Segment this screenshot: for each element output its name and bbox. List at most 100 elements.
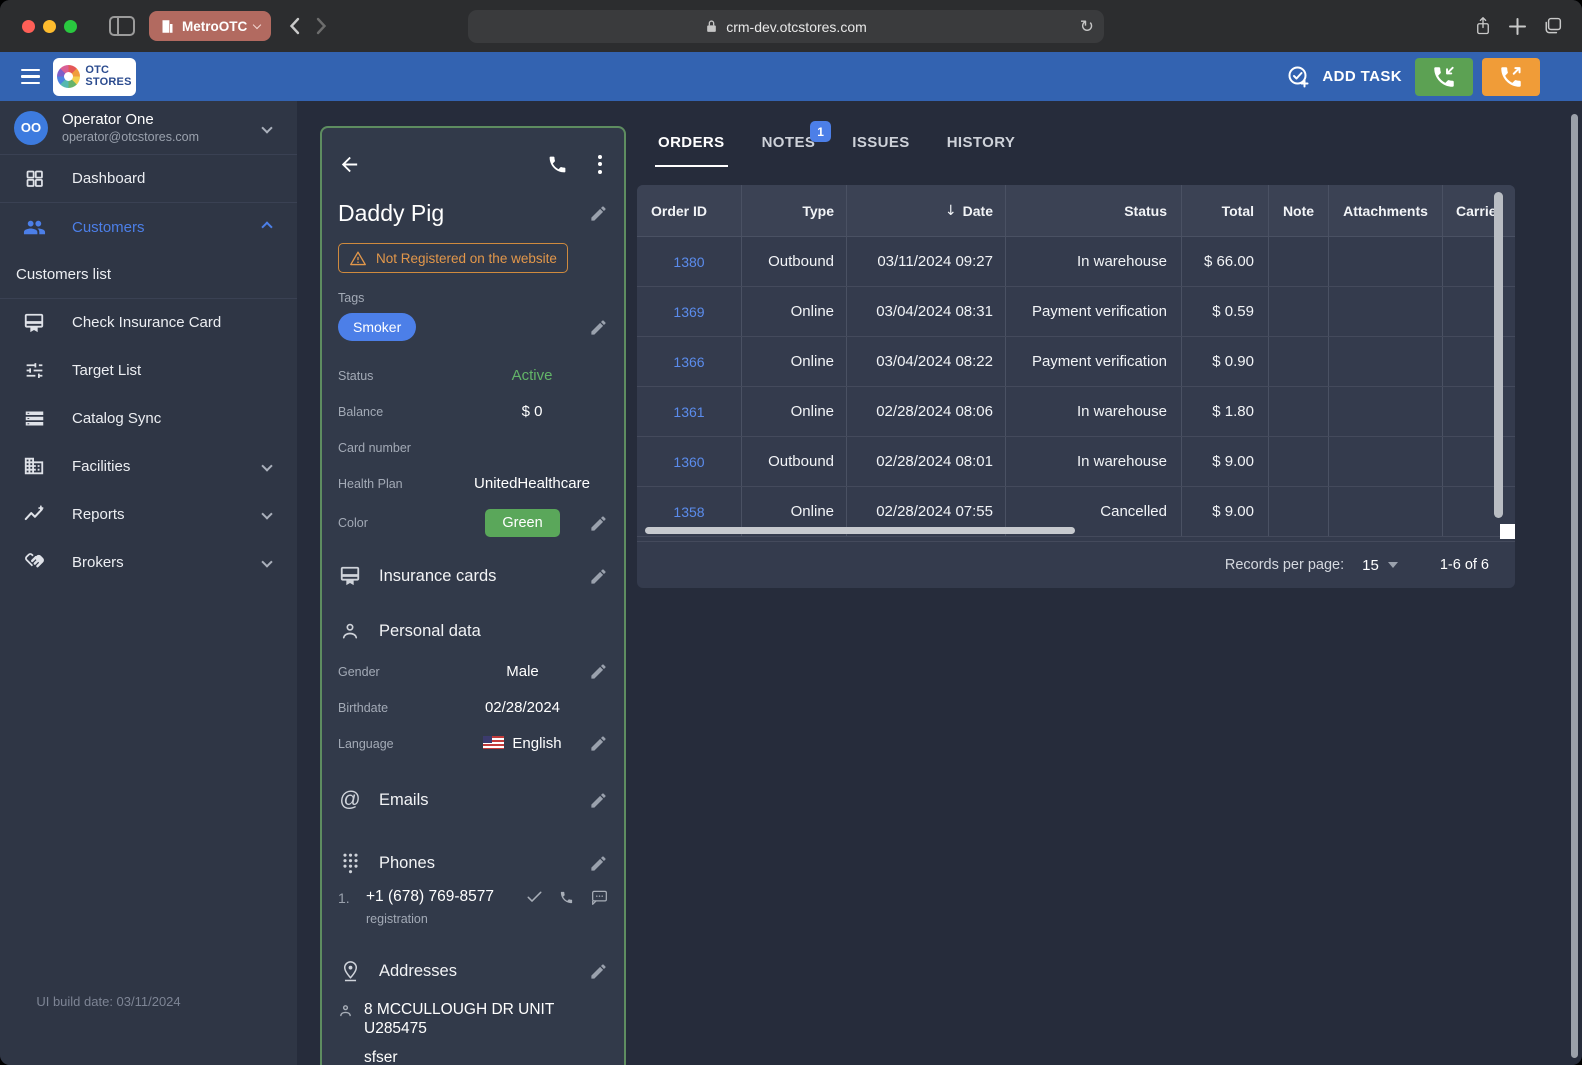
order-id-link[interactable]: 1366 bbox=[673, 354, 704, 370]
column-header-order-id[interactable]: Order ID bbox=[637, 185, 742, 236]
tune-icon bbox=[22, 360, 46, 381]
add-task-button[interactable]: ADD TASK bbox=[1287, 65, 1402, 89]
table-cell: In warehouse bbox=[1006, 237, 1182, 286]
tag-chip[interactable]: Smoker bbox=[338, 313, 417, 341]
call-phone-icon[interactable] bbox=[559, 890, 574, 905]
records-per-page-value[interactable]: 15 bbox=[1362, 557, 1379, 574]
sidebar-item-brokers[interactable]: Brokers bbox=[0, 538, 297, 586]
close-window-button[interactable] bbox=[22, 19, 35, 33]
color-label: Color bbox=[338, 516, 368, 530]
dashboard-icon bbox=[22, 168, 46, 189]
edit-tags-icon[interactable] bbox=[589, 318, 608, 337]
chevron-down-icon bbox=[261, 508, 273, 520]
sidebar-item-catalog-sync[interactable]: Catalog Sync bbox=[0, 394, 297, 442]
edit-name-icon[interactable] bbox=[589, 204, 608, 223]
edit-phones-icon[interactable] bbox=[589, 854, 608, 873]
app-header: OTC STORES ADD TASK bbox=[0, 52, 1582, 101]
edit-emails-icon[interactable] bbox=[589, 791, 608, 810]
new-tab-icon[interactable] bbox=[1509, 17, 1526, 35]
column-header-attachments[interactable]: Attachments bbox=[1329, 185, 1443, 236]
table-footer: Records per page: 15 1-6 of 6 bbox=[637, 541, 1515, 588]
url-text: crm-dev.otcstores.com bbox=[726, 18, 867, 35]
gender-label: Gender bbox=[338, 664, 380, 679]
fullscreen-window-button[interactable] bbox=[64, 19, 77, 33]
column-header-carrier[interactable]: Carrier bbox=[1443, 185, 1515, 236]
tab-history[interactable]: HISTORY bbox=[944, 134, 1019, 167]
back-button[interactable] bbox=[289, 17, 300, 35]
person-icon bbox=[338, 621, 362, 641]
handshake-icon bbox=[22, 551, 46, 574]
sidebar-item-label: Dashboard bbox=[72, 170, 146, 187]
table-cell: 1369 bbox=[637, 287, 742, 336]
records-per-page-dropdown-icon[interactable] bbox=[1387, 562, 1398, 568]
vertical-scrollbar[interactable] bbox=[1494, 192, 1503, 518]
outgoing-call-button[interactable] bbox=[1482, 57, 1540, 96]
logo-line2: STORES bbox=[85, 75, 132, 88]
call-customer-icon[interactable] bbox=[547, 154, 568, 175]
order-id-link[interactable]: 1369 bbox=[673, 304, 704, 320]
edit-gender-icon[interactable] bbox=[589, 662, 608, 681]
sidebar-item-label: Customers bbox=[72, 218, 145, 236]
edit-color-icon[interactable] bbox=[589, 514, 608, 533]
sidebar-item-check-insurance-card[interactable]: Check Insurance Card bbox=[0, 298, 297, 346]
sidebar-item-customers-list[interactable]: Customers list bbox=[0, 251, 297, 298]
column-header-date[interactable]: ↓ Date bbox=[847, 185, 1006, 236]
insurance-card-icon bbox=[338, 565, 362, 587]
personal-data-title: Personal data bbox=[379, 621, 481, 640]
order-id-link[interactable]: 1360 bbox=[673, 454, 704, 470]
column-header-status[interactable]: Status bbox=[1006, 185, 1182, 236]
balance-value: $ 0 bbox=[521, 403, 543, 420]
column-header-note[interactable]: Note bbox=[1269, 185, 1329, 236]
tab-group-button[interactable]: MetroOTC bbox=[149, 11, 272, 41]
birthdate-value: 02/28/2024 bbox=[484, 699, 561, 716]
tab-issues[interactable]: ISSUES bbox=[849, 134, 912, 167]
address-bar[interactable]: crm-dev.otcstores.com ↻ bbox=[468, 10, 1104, 43]
share-icon[interactable] bbox=[1474, 16, 1492, 36]
edit-language-icon[interactable] bbox=[589, 734, 608, 753]
incoming-call-button[interactable] bbox=[1415, 57, 1473, 96]
detail-tabs: ORDERS NOTES 1 ISSUES HISTORY bbox=[655, 121, 1019, 167]
orders-table: Order ID Type ↓ Date Status Total Note At… bbox=[637, 185, 1515, 588]
table-cell: $ 9.00 bbox=[1182, 437, 1269, 486]
edit-addresses-icon[interactable] bbox=[589, 962, 608, 981]
order-id-link[interactable]: 1361 bbox=[673, 404, 704, 420]
forward-button[interactable] bbox=[316, 17, 327, 35]
table-cell: In warehouse bbox=[1006, 437, 1182, 486]
browser-sidebar-icon[interactable] bbox=[109, 16, 135, 36]
customer-card: Daddy Pig Not Registered on the website … bbox=[320, 126, 626, 1065]
table-cell: 1360 bbox=[637, 437, 742, 486]
order-id-link[interactable]: 1358 bbox=[673, 504, 704, 520]
minimize-window-button[interactable] bbox=[43, 19, 56, 33]
orders-table-header: Order ID Type ↓ Date Status Total Note At… bbox=[637, 185, 1515, 237]
table-cell: 03/04/2024 08:22 bbox=[847, 337, 1006, 386]
order-id-link[interactable]: 1380 bbox=[673, 254, 704, 270]
tab-notes[interactable]: NOTES 1 bbox=[759, 121, 832, 167]
reload-icon[interactable]: ↻ bbox=[1080, 17, 1094, 37]
tab-orders[interactable]: ORDERS bbox=[655, 134, 728, 167]
sidebar-item-facilities[interactable]: Facilities bbox=[0, 442, 297, 490]
sidebar-item-reports[interactable]: Reports bbox=[0, 490, 297, 538]
color-chip[interactable]: Green bbox=[485, 509, 560, 537]
browser-window: MetroOTC crm-dev.otcstores.com ↻ OTC STO… bbox=[0, 0, 1582, 1065]
sidebar-item-dashboard[interactable]: Dashboard bbox=[0, 155, 297, 203]
column-header-type[interactable]: Type bbox=[742, 185, 847, 236]
menu-icon[interactable] bbox=[21, 68, 40, 85]
sidebar-item-target-list[interactable]: Target List bbox=[0, 346, 297, 394]
horizontal-scrollbar[interactable] bbox=[645, 527, 1075, 534]
back-arrow-icon[interactable] bbox=[338, 153, 361, 176]
add-task-label: ADD TASK bbox=[1322, 68, 1402, 85]
column-header-total[interactable]: Total bbox=[1182, 185, 1269, 236]
more-menu-icon[interactable] bbox=[598, 154, 602, 174]
edit-insurance-cards-icon[interactable] bbox=[589, 567, 608, 586]
tab-overview-icon[interactable] bbox=[1543, 17, 1562, 35]
check-icon bbox=[527, 891, 542, 902]
table-cell bbox=[1329, 337, 1443, 386]
card-number-label: Card number bbox=[338, 440, 411, 455]
table-cell bbox=[1269, 437, 1329, 486]
sidebar-item-customers[interactable]: Customers bbox=[0, 203, 297, 251]
sms-icon[interactable] bbox=[591, 890, 608, 905]
app-logo[interactable]: OTC STORES bbox=[53, 57, 136, 96]
page-scrollbar[interactable] bbox=[1571, 114, 1578, 1058]
sidebar: OO Operator One operator@otcstores.com D… bbox=[0, 101, 297, 1065]
operator-menu[interactable]: OO Operator One operator@otcstores.com bbox=[0, 101, 297, 155]
